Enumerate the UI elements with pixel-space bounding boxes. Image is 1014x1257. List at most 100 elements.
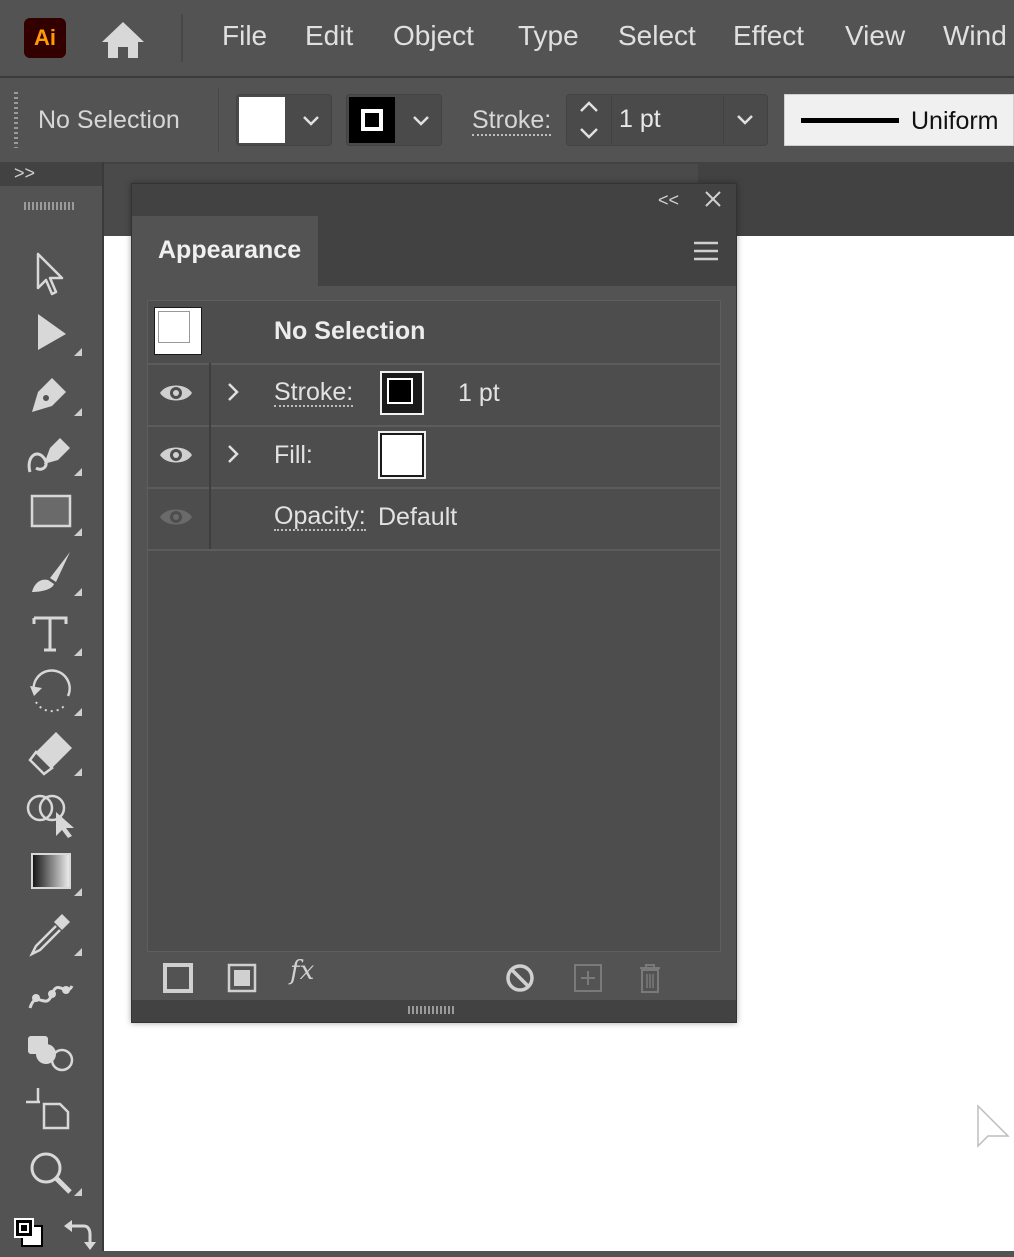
pen-tool[interactable]: [22, 368, 82, 420]
tools-panel: >>: [0, 162, 104, 1251]
control-bar: No Selection Stroke: 1 pt Uniform: [0, 78, 1014, 163]
close-icon[interactable]: [702, 188, 724, 210]
stroke-attribute-row[interactable]: Stroke: 1 pt: [148, 363, 720, 427]
stroke-row-label[interactable]: Stroke:: [274, 379, 354, 407]
puppet-warp-tool[interactable]: [22, 968, 82, 1020]
fill-attribute-row[interactable]: Fill:: [148, 425, 720, 489]
tool-flyout-indicator: [74, 708, 82, 716]
duplicate-item-icon: [574, 964, 602, 992]
menu-select[interactable]: Select: [618, 20, 696, 52]
menu-bar: Ai File Edit Object Type Select Effect V…: [0, 0, 1014, 78]
menu-object[interactable]: Object: [393, 20, 474, 52]
selection-tool[interactable]: [22, 248, 82, 300]
menu-edit[interactable]: Edit: [305, 20, 353, 52]
visibility-eye-icon: [160, 509, 192, 525]
opacity-row-value[interactable]: Default: [378, 503, 457, 532]
home-icon[interactable]: [98, 16, 148, 62]
tab-label: Appearance: [158, 236, 302, 264]
panel-menu-icon[interactable]: [692, 240, 720, 262]
panel-tab-row: Appearance: [132, 216, 736, 286]
panel-resize-strip[interactable]: [132, 1000, 736, 1022]
variable-width-profile[interactable]: Uniform: [784, 94, 1014, 146]
tool-flyout-indicator: [74, 408, 82, 416]
menu-file[interactable]: File: [222, 20, 267, 52]
control-bar-grip[interactable]: [14, 92, 18, 148]
fill-row-swatch[interactable]: [380, 433, 424, 477]
tool-flyout-indicator: [74, 588, 82, 596]
opacity-attribute-row[interactable]: Opacity: Default: [148, 487, 720, 551]
add-new-effect-icon[interactable]: fx: [290, 956, 330, 988]
panel-resize-grip[interactable]: [408, 1006, 456, 1014]
curvature-tool[interactable]: [22, 428, 82, 480]
panel-title-bar[interactable]: <<: [132, 184, 736, 216]
profile-preview-line: [801, 118, 899, 123]
add-new-stroke-icon[interactable]: [162, 962, 194, 994]
expand-panel-icon[interactable]: >>: [14, 163, 35, 184]
fill-swatch[interactable]: [239, 97, 285, 143]
stroke-row-swatch[interactable]: [380, 371, 424, 415]
stroke-weight-stepper[interactable]: [567, 95, 612, 145]
mouse-cursor-icon: [977, 1104, 1010, 1148]
row-divider: [209, 487, 211, 549]
field-divider: [723, 95, 724, 145]
fill-row-label: Fill:: [274, 441, 313, 469]
menu-divider: [181, 14, 183, 62]
eyedropper-tool[interactable]: [22, 908, 82, 960]
menu-effect[interactable]: Effect: [733, 20, 804, 52]
rotate-tool[interactable]: [22, 668, 82, 720]
stroke-weight-field[interactable]: 1 pt: [566, 94, 768, 146]
menu-window[interactable]: Wind: [943, 20, 1007, 52]
shape-builder-tool[interactable]: [22, 788, 82, 840]
delete-item-icon: [640, 964, 660, 993]
tools-panel-grip[interactable]: [24, 202, 74, 210]
tool-flyout-indicator: [74, 948, 82, 956]
rectangle-tool[interactable]: [22, 488, 82, 540]
tool-flyout-indicator: [74, 768, 82, 776]
tool-flyout-indicator: [74, 468, 82, 476]
profile-label: Uniform: [911, 107, 999, 135]
menu-type[interactable]: Type: [518, 20, 579, 52]
direct-selection-tool[interactable]: [22, 308, 82, 360]
tool-flyout-indicator: [74, 528, 82, 536]
stroke-label[interactable]: Stroke:: [472, 106, 552, 136]
appearance-panel-footer: fx: [132, 950, 736, 1002]
app-logo: Ai: [24, 18, 66, 58]
default-fill-stroke-icon[interactable]: [12, 1216, 48, 1252]
chevron-down-icon[interactable]: [733, 108, 757, 132]
tools-panel-header[interactable]: >>: [0, 162, 102, 186]
artboard-tool[interactable]: [22, 1088, 82, 1140]
stroke-weight-value[interactable]: 1 pt: [619, 105, 661, 134]
add-new-fill-icon[interactable]: [226, 962, 258, 994]
type-tool[interactable]: [22, 608, 82, 660]
tool-flyout-indicator: [74, 1188, 82, 1196]
menu-view[interactable]: View: [845, 20, 905, 52]
appearance-panel: << Appearance No Selection Stroke: 1 pt …: [131, 183, 737, 1023]
selection-thumbnail: [154, 307, 202, 355]
chevron-down-icon[interactable]: [409, 109, 433, 133]
eraser-tool[interactable]: [22, 728, 82, 780]
selection-status: No Selection: [38, 106, 180, 134]
swap-fill-stroke-icon[interactable]: [62, 1216, 98, 1252]
collapse-panel-icon[interactable]: <<: [658, 190, 679, 211]
chevron-right-icon[interactable]: [226, 381, 240, 403]
tool-flyout-indicator: [74, 648, 82, 656]
chevron-down-icon[interactable]: [299, 109, 323, 133]
visibility-eye-icon[interactable]: [158, 381, 194, 405]
control-divider: [218, 88, 219, 152]
stroke-row-value[interactable]: 1 pt: [458, 379, 500, 408]
chevron-right-icon[interactable]: [226, 443, 240, 465]
symbol-sprayer-tool[interactable]: [22, 1028, 82, 1080]
stroke-swatch[interactable]: [349, 97, 395, 143]
stroke-control[interactable]: [346, 94, 442, 146]
tool-flyout-indicator: [74, 888, 82, 896]
paintbrush-tool[interactable]: [22, 548, 82, 600]
fill-control[interactable]: [236, 94, 332, 146]
visibility-eye-icon[interactable]: [158, 443, 194, 467]
appearance-attribute-list: No Selection Stroke: 1 pt Fill: Opacity:…: [147, 300, 721, 952]
tab-appearance[interactable]: Appearance: [132, 216, 318, 286]
opacity-row-label[interactable]: Opacity:: [274, 503, 366, 531]
gradient-tool[interactable]: [22, 848, 82, 900]
clear-appearance-icon[interactable]: [504, 962, 536, 994]
row-divider: [209, 363, 211, 425]
zoom-tool[interactable]: [22, 1148, 82, 1200]
